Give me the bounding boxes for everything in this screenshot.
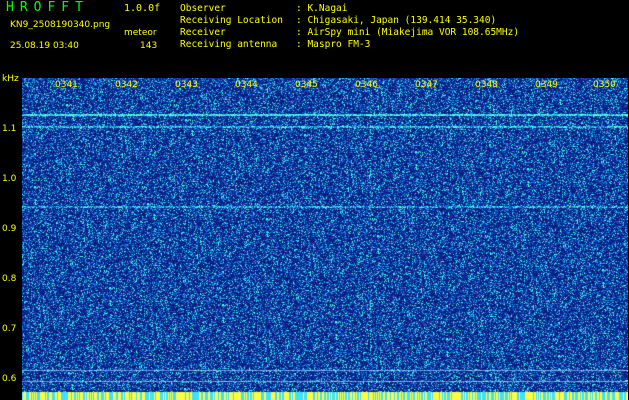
freq-label: 0.8 <box>2 274 17 284</box>
info-label-receiver: Receiver <box>180 27 226 38</box>
meteor-label: meteor <box>124 28 157 38</box>
time-tick: 0348 <box>475 80 498 90</box>
info-value-antenna: : Maspro FM-3 <box>296 39 371 50</box>
info-value-receiver: : AirSpy mini (Miakejima VOR 108.65MHz) <box>296 27 520 38</box>
time-tick: 0350 <box>593 80 616 90</box>
time-tick: 0345 <box>295 80 318 90</box>
filename-label: KN9_2508190340.png <box>10 20 111 30</box>
info-label-location: Receiving Location <box>180 15 283 26</box>
info-value-observer: : K.Nagai <box>296 3 348 14</box>
meteor-count: 143 <box>140 41 158 51</box>
freq-label: 1.0 <box>2 174 17 184</box>
info-value-location: : Chigasaki, Japan (139.414 35.340) <box>296 15 497 26</box>
time-tick: 0349 <box>535 80 558 90</box>
freq-label: 0.6 <box>2 374 17 384</box>
info-label-antenna: Receiving antenna <box>180 39 278 50</box>
time-tick: 0344 <box>235 80 258 90</box>
time-tick: 0343 <box>175 80 198 90</box>
frequency-unit-label: kHz <box>2 74 19 84</box>
version-label: 1.0.0f <box>124 3 161 14</box>
time-tick: 0342 <box>115 80 138 90</box>
freq-label: 0.9 <box>2 224 17 234</box>
datetime-label: 25.08.19 03:40 <box>10 41 79 51</box>
spectrogram-canvas <box>22 78 628 400</box>
freq-label: 1.1 <box>2 124 17 134</box>
info-label-observer: Observer <box>180 3 226 14</box>
time-tick: 0346 <box>355 80 378 90</box>
time-tick: 0347 <box>415 80 438 90</box>
freq-label: 0.7 <box>2 324 17 334</box>
app-title: HROFFT <box>6 0 89 15</box>
spectrogram-panel <box>22 78 628 400</box>
time-tick: 0341 <box>55 80 78 90</box>
